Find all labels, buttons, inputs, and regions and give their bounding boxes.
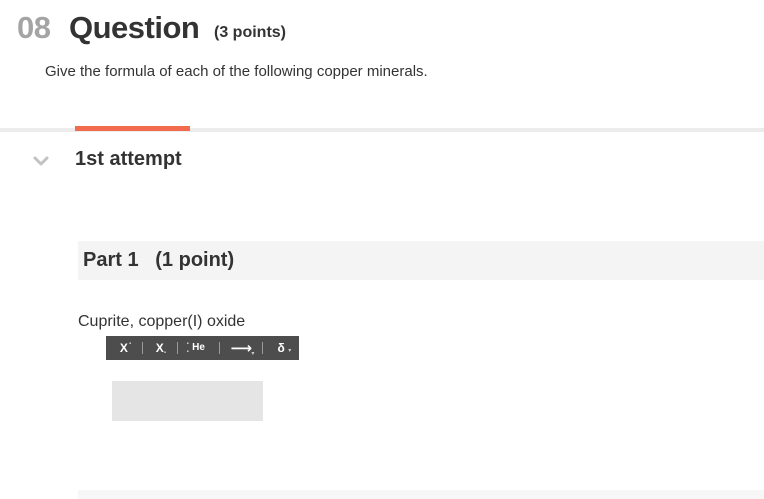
delta-dropdown-icon: ▾: [288, 348, 292, 354]
attempt-tab-active-indicator[interactable]: [75, 126, 190, 131]
superscript-button[interactable]: X ▪: [106, 336, 142, 360]
attempt-label[interactable]: 1st attempt: [75, 148, 182, 171]
element-symbol-label: He: [192, 342, 205, 353]
isotope-marker-icon: ▪: [186, 341, 189, 347]
question-points: (3 points): [214, 24, 286, 41]
superscript-label: X: [119, 341, 128, 355]
chevron-down-icon[interactable]: [32, 152, 50, 170]
formula-answer-input[interactable]: [112, 381, 263, 421]
delta-button[interactable]: δ ▾: [263, 336, 299, 360]
subscript-label: X: [155, 341, 164, 355]
element-symbol-button[interactable]: ▪ ▪ He: [178, 336, 220, 360]
arrow-right-icon: ⟶: [230, 339, 253, 357]
arrow-dropdown-icon: ▾: [251, 351, 255, 357]
superscript-marker-icon: ▪: [129, 341, 132, 347]
question-number: 08: [17, 10, 51, 45]
part-label: Part 1 (1 point): [83, 249, 235, 271]
delta-icon: δ: [277, 341, 285, 355]
part-prompt: Cuprite, copper(I) oxide: [78, 313, 246, 330]
reaction-arrow-button[interactable]: ⟶ ▾: [220, 336, 262, 360]
question-title: Question: [69, 10, 200, 45]
formula-toolbar: X ▪ X ▪ ▪ ▪ He ⟶ ▾ δ ▾: [106, 336, 299, 360]
part-header: Part 1 (1 point): [78, 241, 764, 280]
question-prompt: Give the formula of each of the followin…: [45, 63, 428, 80]
next-part-header: [78, 490, 764, 499]
subscript-button[interactable]: X ▪: [143, 336, 177, 360]
subscript-marker-icon: ▪: [163, 350, 166, 356]
atomic-number-marker-icon: ▪: [186, 349, 189, 355]
